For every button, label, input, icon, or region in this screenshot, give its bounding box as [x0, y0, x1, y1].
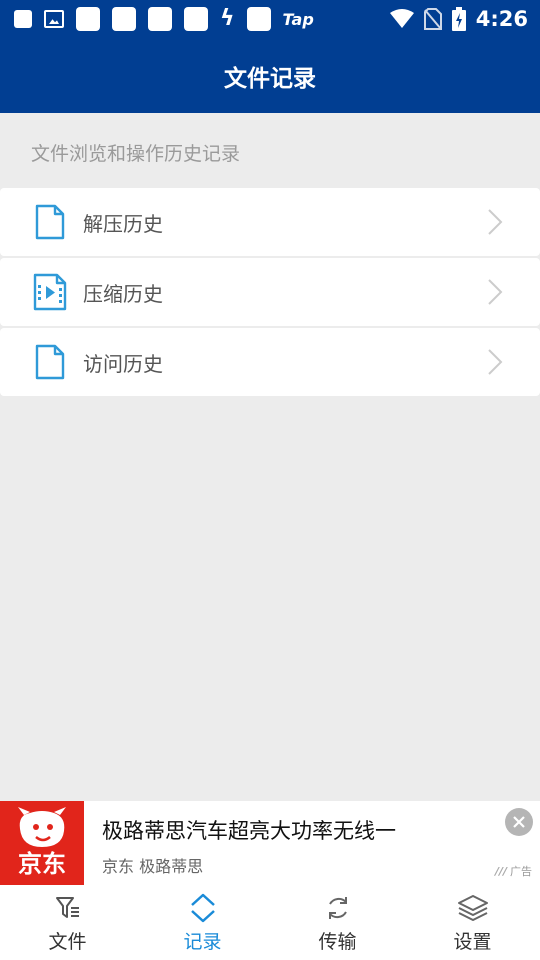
bolt-icon: ϟ: [220, 6, 235, 31]
list-item-label: 访问历史: [83, 351, 163, 376]
notification-square-icon: [14, 10, 32, 28]
chevron-updown-icon: [186, 891, 220, 925]
ad-source-icon: ///: [494, 864, 507, 878]
document-icon: [32, 202, 68, 242]
ad-banner[interactable]: 京东 极路蒂思汽车超亮大功率无线一 京东 极路蒂思 /// 广告: [0, 801, 540, 885]
notification-app-icon: [246, 7, 271, 31]
list-item-label: 压缩历史: [83, 281, 163, 306]
wifi-icon: [389, 9, 414, 28]
list-item-label: 解压历史: [83, 211, 163, 236]
file-filter-icon: [51, 891, 85, 925]
ad-close-button[interactable]: [505, 808, 533, 836]
status-bar: ϟ Tap 4:26: [0, 0, 540, 38]
document-icon: [32, 342, 68, 382]
tab-records[interactable]: 记录: [135, 885, 270, 960]
notification-app-icon: [184, 7, 208, 31]
ad-title[interactable]: 极路蒂思汽车超亮大功率无线一: [102, 815, 396, 845]
tab-label: 记录: [183, 931, 222, 953]
tab-files[interactable]: 文件: [0, 885, 135, 960]
bottom-nav: 文件 记录 传输 设置: [0, 885, 540, 960]
video-file-icon: [32, 272, 68, 312]
notification-app-icon: [112, 7, 136, 31]
tap-notification-text: Tap: [282, 9, 314, 29]
layers-icon: [456, 891, 490, 925]
list-item-extract-history[interactable]: 解压历史: [0, 188, 540, 256]
ad-subtitle: 京东 极路蒂思: [102, 857, 204, 876]
list-item-compress-history[interactable]: 压缩历史: [0, 258, 540, 326]
page-title: 文件记录: [224, 65, 316, 92]
section-subtitle: 文件浏览和操作历史记录: [31, 143, 241, 165]
list-item-visit-history[interactable]: 访问历史: [0, 328, 540, 396]
tab-transfer[interactable]: 传输: [270, 885, 405, 960]
ad-logo-text: 京东: [18, 850, 66, 878]
tab-settings[interactable]: 设置: [405, 885, 540, 960]
ad-tag: /// 广告: [495, 863, 532, 879]
chevron-right-icon: [486, 347, 504, 377]
tab-label: 设置: [453, 931, 492, 953]
tab-label: 传输: [318, 931, 357, 953]
sync-icon: [321, 891, 355, 925]
status-bar-notifications: ϟ Tap: [14, 7, 314, 31]
title-bar: 文件记录: [0, 38, 540, 113]
image-icon: [44, 10, 64, 28]
tab-label: 文件: [48, 931, 87, 953]
close-icon: [513, 816, 525, 828]
notification-app-icon: [148, 7, 172, 31]
ad-tag-label: 广告: [510, 865, 532, 878]
chevron-right-icon: [486, 207, 504, 237]
chevron-right-icon: [486, 277, 504, 307]
notification-app-icon: [76, 7, 100, 31]
battery-charging-icon: [451, 7, 466, 31]
clock: 4:26: [475, 7, 528, 31]
ad-logo[interactable]: 京东: [0, 801, 84, 885]
no-sim-icon: [423, 8, 442, 30]
history-list: 解压历史 压缩历史 访问历史: [0, 188, 540, 398]
status-bar-system: 4:26: [389, 7, 528, 31]
